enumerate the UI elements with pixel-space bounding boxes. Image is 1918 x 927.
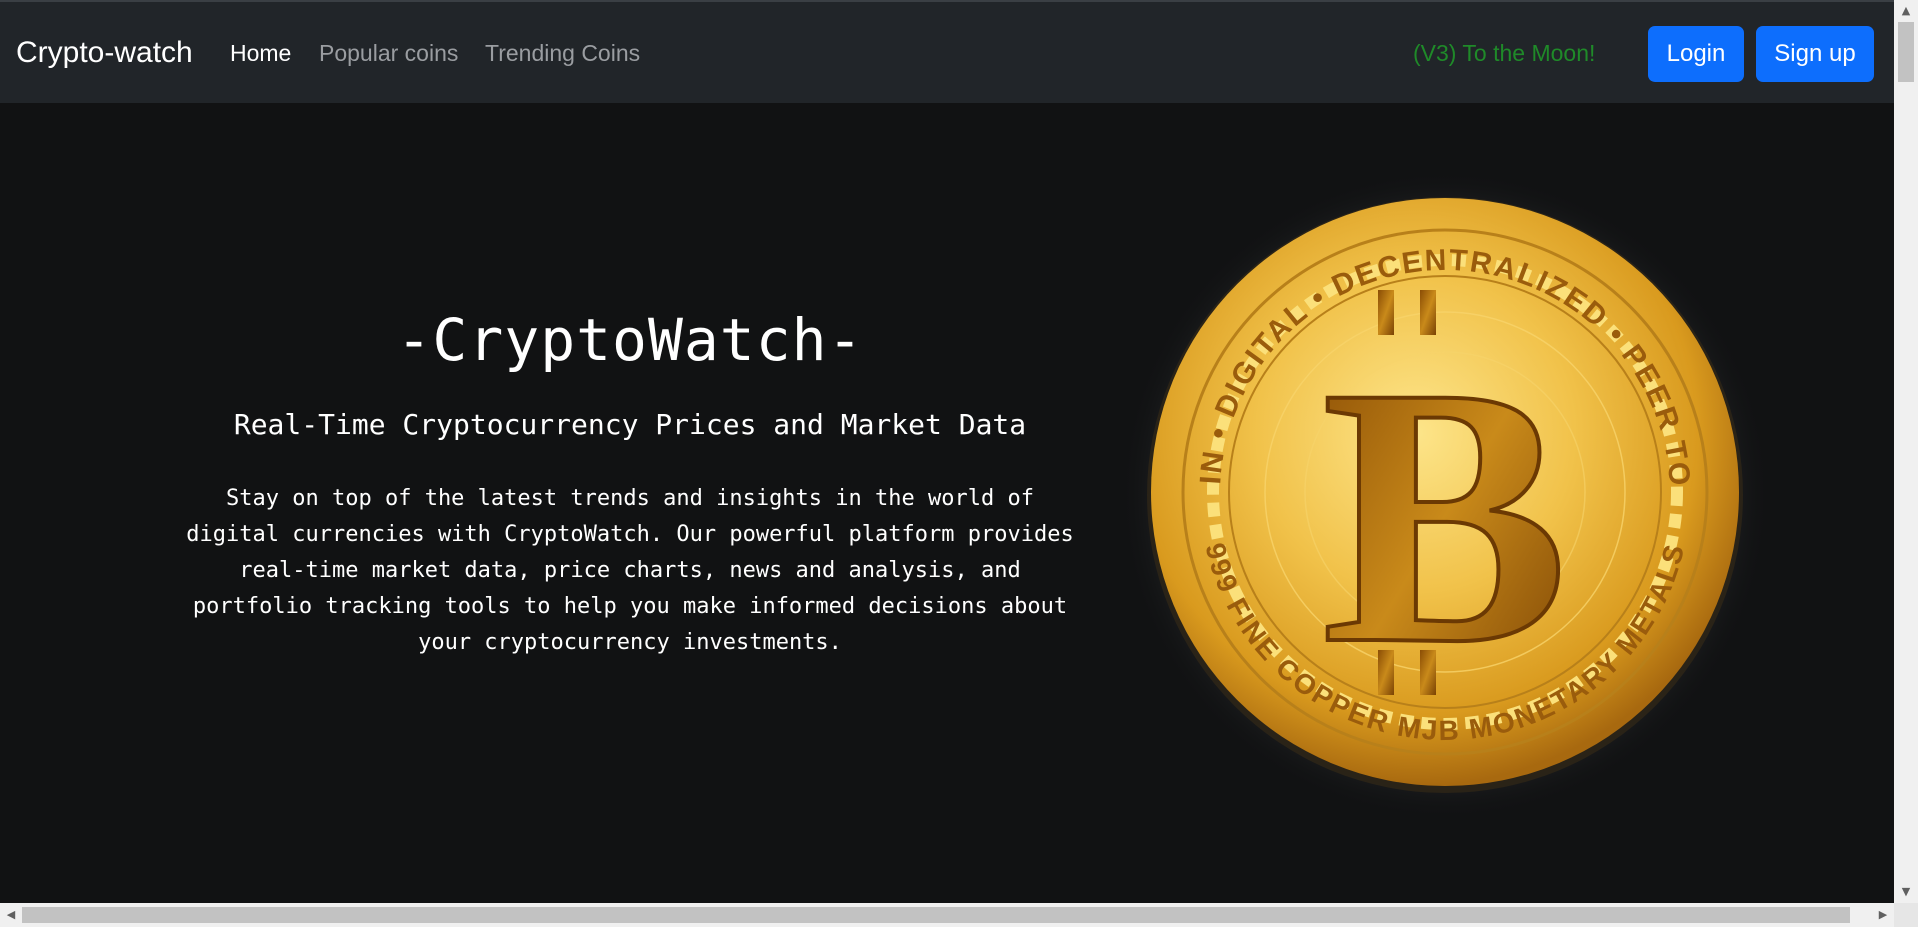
nav-link-home[interactable]: Home <box>230 40 291 67</box>
page: Crypto-watch Home Popular coins Trending… <box>0 0 1894 903</box>
bitcoin-symbol: B <box>1322 311 1569 721</box>
horizontal-scrollbar[interactable]: ◀ ▶ <box>0 903 1894 927</box>
horizontal-scroll-thumb[interactable] <box>22 907 1850 923</box>
bitcoin-icon: BITCOIN • DIGITAL • DECENTRALIZED • PEER… <box>1107 144 1770 820</box>
scrollbar-corner <box>1894 903 1918 927</box>
vertical-scroll-thumb[interactable] <box>1898 22 1914 82</box>
brand-logo[interactable]: Crypto-watch <box>16 36 193 70</box>
version-tagline: (V3) To the Moon! <box>1413 40 1596 66</box>
scroll-up-icon[interactable]: ▲ <box>1894 0 1918 22</box>
vertical-scrollbar[interactable]: ▲ ▼ <box>1894 0 1918 903</box>
scroll-left-icon[interactable]: ◀ <box>0 903 22 927</box>
hero-title: -CryptoWatch- <box>396 306 864 374</box>
hero-description: Stay on top of the latest trends and ins… <box>186 486 1074 655</box>
nav-link-trending-coins[interactable]: Trending Coins <box>485 40 640 67</box>
hero-section: -CryptoWatch- Real-Time Cryptocurrency P… <box>160 290 1100 661</box>
bitcoin-coin-image: BITCOIN • DIGITAL • DECENTRALIZED • PEER… <box>1107 144 1770 820</box>
nav-link-popular-coins[interactable]: Popular coins <box>319 40 458 67</box>
signup-button[interactable]: Sign up <box>1756 26 1874 82</box>
scroll-down-icon[interactable]: ▼ <box>1894 881 1918 903</box>
hero-subtitle: Real-Time Cryptocurrency Prices and Mark… <box>233 408 1027 441</box>
login-button[interactable]: Login <box>1648 26 1744 82</box>
scroll-right-icon[interactable]: ▶ <box>1872 903 1894 927</box>
navbar: Crypto-watch Home Popular coins Trending… <box>0 0 1894 103</box>
